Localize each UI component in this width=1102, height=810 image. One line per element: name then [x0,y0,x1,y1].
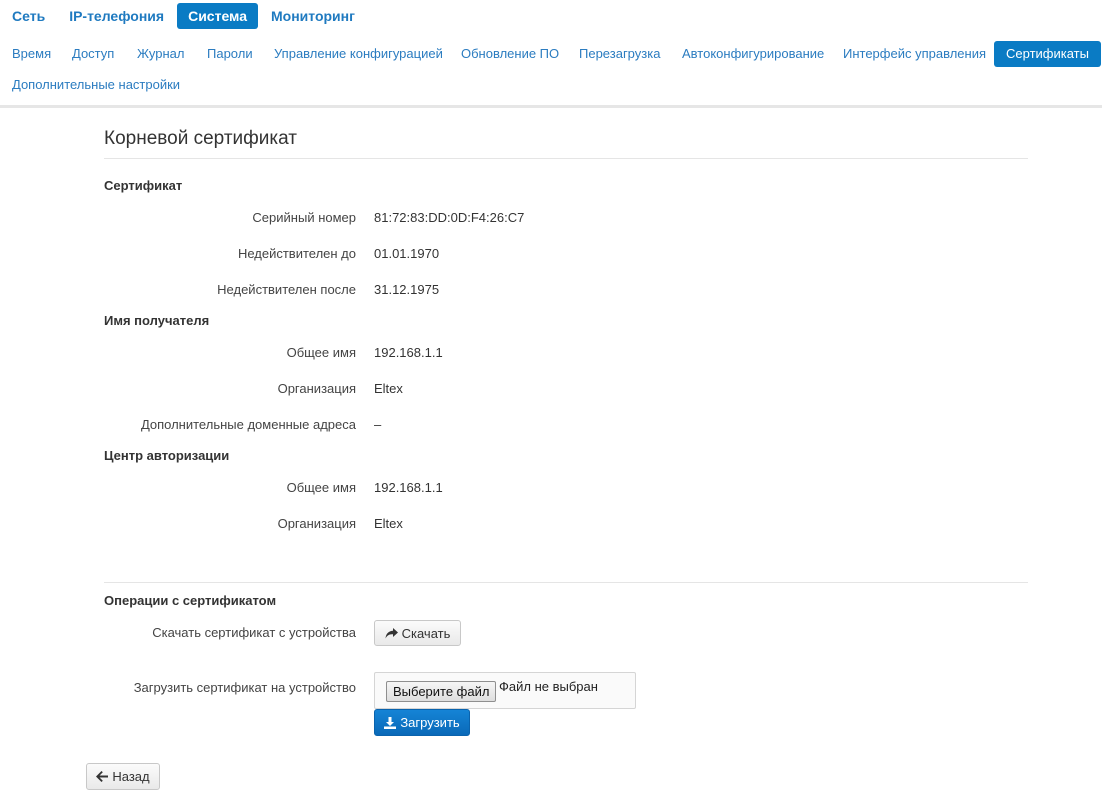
sub-navigation: Время Доступ Журнал Пароли Управление ко… [0,41,1102,101]
subnav-item-additional-settings[interactable]: Дополнительные настройки [12,72,180,98]
subnav-item-certificates[interactable]: Сертификаты [994,41,1101,67]
subject-organization-label: Организация [277,381,356,396]
section-heading-subject: Имя получателя [104,313,210,328]
topnav-item-monitoring[interactable]: Мониторинг [260,3,366,29]
subnav-item-passwords[interactable]: Пароли [207,41,253,67]
issuer-organization-label: Организация [277,516,356,531]
subject-organization-value: Eltex [374,381,403,396]
issuer-organization-value: Eltex [374,516,403,531]
nav-divider [0,105,1102,108]
subject-common-name-label: Общее имя [286,345,356,360]
topnav-item-ip-telephony[interactable]: IP-телефония [58,3,175,29]
subnav-item-time[interactable]: Время [12,41,51,67]
subject-alt-names-value: – [374,417,382,432]
subnav-item-log[interactable]: Журнал [137,41,184,67]
operations-divider [104,582,1028,583]
subnav-item-reboot[interactable]: Перезагрузка [579,41,660,67]
download-button-label: Скачать [401,625,451,641]
section-heading-issuer: Центр авторизации [104,448,230,463]
serial-number-value: 81:72:83:DD:0D:F4:26:C7 [374,210,525,225]
arrow-left-icon [96,771,109,782]
download-button[interactable]: Скачать [374,620,461,646]
section-heading-operations: Операции с сертификатом [104,593,277,608]
back-button-label: Назад [112,769,150,784]
subnav-item-autoconfig[interactable]: Автоконфигурирование [682,41,824,67]
top-navigation: Сеть IP-телефония Система Мониторинг [0,3,368,29]
subnav-item-access[interactable]: Доступ [72,41,114,67]
not-after-value: 31.12.1975 [374,282,440,297]
page-title: Корневой сертификат [104,128,297,149]
title-divider [104,158,1028,159]
issuer-common-name-value: 192.168.1.1 [374,480,443,495]
subject-common-name-value: 192.168.1.1 [374,345,443,360]
subnav-item-management-interface[interactable]: Интерфейс управления [843,41,986,67]
upload-button-label: Загрузить [400,715,460,730]
section-heading-certificate: Сертификат [104,178,183,193]
subnav-item-firmware-update[interactable]: Обновление ПО [461,41,559,67]
upload-button[interactable]: Загрузить [374,709,470,736]
not-after-label: Недействителен после [217,282,356,297]
back-button[interactable]: Назад [86,763,160,790]
topnav-item-system[interactable]: Система [177,3,258,29]
not-before-label: Недействителен до [237,246,356,261]
subnav-item-config-management[interactable]: Управление конфигурацией [274,41,443,67]
not-before-value: 01.01.1970 [374,246,440,261]
file-input: Выберите файл Файл не выбран [374,672,636,709]
subject-alt-names-label: Дополнительные доменные адреса [140,417,356,432]
upload-certificate-label: Загрузить сертификат на устройство [133,680,356,695]
file-status-text: Файл не выбран [499,679,598,694]
topnav-item-network[interactable]: Сеть [0,3,56,29]
upload-icon [384,716,397,729]
serial-number-label: Серийный номер [252,210,356,225]
issuer-common-name-label: Общее имя [286,480,356,495]
download-certificate-label: Скачать сертификат с устройства [152,625,356,640]
choose-file-button[interactable]: Выберите файл [386,681,497,702]
share-arrow-icon [385,627,398,639]
